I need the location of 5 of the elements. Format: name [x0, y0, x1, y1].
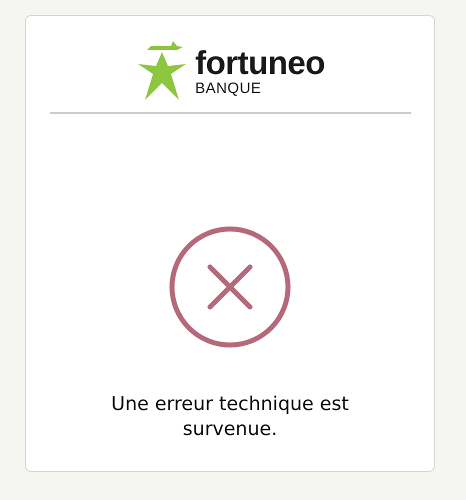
brand-tagline: BANQUE	[195, 80, 262, 96]
brand-name: fortuneo	[195, 46, 325, 80]
error-message: Une erreur technique est survenue.	[110, 392, 350, 442]
error-icon	[168, 225, 292, 349]
star-logo-icon	[137, 40, 188, 102]
